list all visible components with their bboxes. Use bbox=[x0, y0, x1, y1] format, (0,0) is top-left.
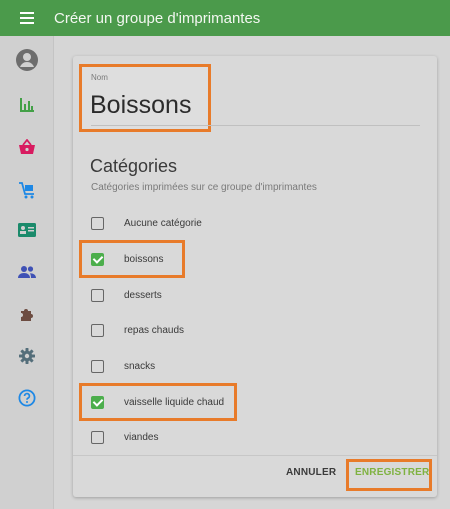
boissons-highlight bbox=[79, 240, 185, 278]
cancel-button[interactable]: ANNULER bbox=[286, 467, 336, 478]
name-field-input[interactable]: Boissons bbox=[90, 91, 191, 120]
cart-icon[interactable] bbox=[9, 172, 45, 208]
category-option-desserts[interactable]: desserts bbox=[84, 281, 414, 309]
category-checkbox[interactable] bbox=[91, 359, 104, 373]
id-card-icon[interactable] bbox=[9, 212, 45, 248]
name-field-underline bbox=[91, 125, 420, 126]
help-icon[interactable] bbox=[9, 380, 45, 416]
category-label: desserts bbox=[124, 289, 162, 301]
categories-title: Catégories bbox=[90, 156, 178, 176]
categories-subtitle: Catégories imprimées sur ce groupe d'imp… bbox=[91, 182, 317, 193]
category-label: viandes bbox=[124, 431, 159, 443]
category-checkbox[interactable] bbox=[91, 430, 104, 444]
puzzle-icon[interactable] bbox=[9, 297, 45, 333]
category-option-aucune[interactable]: Aucune catégorie bbox=[84, 209, 414, 237]
bar-chart-icon[interactable] bbox=[9, 87, 45, 123]
menu-icon[interactable] bbox=[9, 0, 45, 36]
category-checkbox[interactable] bbox=[91, 288, 104, 302]
vaisselle-highlight bbox=[79, 383, 237, 421]
category-label: Aucune catégorie bbox=[124, 217, 202, 229]
category-option-viandes[interactable]: viandes bbox=[84, 423, 414, 451]
name-field-label: Nom bbox=[91, 73, 108, 82]
user-icon[interactable] bbox=[9, 42, 45, 78]
sidebar bbox=[0, 36, 54, 509]
category-option-snacks[interactable]: snacks bbox=[84, 352, 414, 380]
basket-icon[interactable] bbox=[9, 129, 45, 165]
people-icon[interactable] bbox=[9, 254, 45, 290]
category-checkbox[interactable] bbox=[91, 323, 104, 337]
page-title: Créer un groupe d'imprimantes bbox=[54, 9, 261, 27]
category-option-repas-chauds[interactable]: repas chauds bbox=[84, 316, 414, 344]
save-button[interactable]: ENREGISTRER bbox=[355, 467, 429, 478]
category-label: snacks bbox=[124, 360, 156, 372]
category-checkbox[interactable] bbox=[91, 216, 104, 230]
app-bar: Créer un groupe d'imprimantes bbox=[0, 0, 450, 36]
category-label: repas chauds bbox=[124, 324, 185, 336]
gear-icon[interactable] bbox=[9, 338, 45, 374]
card-divider bbox=[73, 455, 437, 456]
